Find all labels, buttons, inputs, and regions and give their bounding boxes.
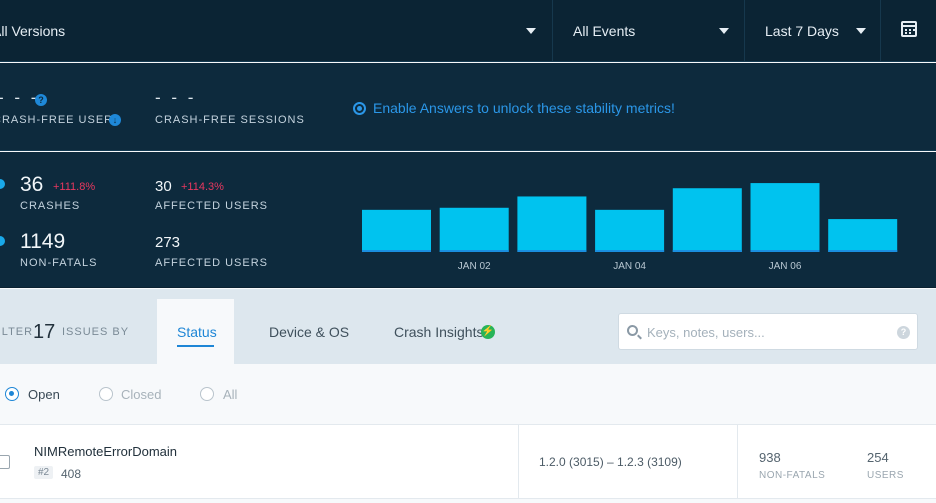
radio-open-label[interactable]: Open [28,387,60,402]
issue-code: 408 [61,467,82,481]
issue-title[interactable]: NIMRemoteErrorDomain [34,444,177,459]
radio-all[interactable] [200,387,214,401]
chart-bar[interactable] [672,188,742,252]
divider [518,425,519,499]
tab-crash-insights[interactable]: Crash Insights [394,324,483,340]
chart-bar-baseline [672,250,742,252]
search-input[interactable] [647,322,887,342]
filter-suffix: ISSUES BY [62,326,130,338]
divider [737,425,738,499]
chart-bar[interactable] [517,196,587,252]
issue-count: 17 [33,321,56,343]
lightning-icon: ⚡ [481,325,495,339]
chart-tick-label: JAN 04 [613,261,646,272]
chart-bar-baseline [750,250,820,252]
chart-bar[interactable] [362,209,431,252]
issue-nonfatals-label: NON-FATALS [759,470,826,481]
chart-tick-label: JAN 06 [769,261,802,272]
issue-nonfatals-count: 938 [759,450,781,465]
radio-closed-label[interactable]: Closed [121,387,161,402]
chart-bar[interactable] [750,183,820,252]
issue-users-label: USERS [867,470,904,481]
issue-search: ? [618,313,918,350]
chart-bar-baseline [439,250,509,252]
tab-status[interactable]: Status [177,324,217,340]
chart-bar[interactable] [439,207,509,252]
issue-versions: 1.2.0 (3015) – 1.2.3 (3109) [539,455,682,469]
chart-bar-baseline [595,250,665,252]
issue-users-count: 254 [867,450,889,465]
row-checkbox[interactable] [0,455,10,469]
radio-closed[interactable] [99,387,113,401]
chart-bar[interactable] [595,209,665,252]
table-row[interactable] [0,425,936,499]
issue-rank-badge: #2 [34,466,54,479]
events-bar-chart: JAN 02 JAN 04 JAN 06 [362,183,898,272]
tab-device-os[interactable]: Device & OS [269,324,349,340]
active-tab-underline [177,345,214,347]
chart-bar-baseline [362,250,431,252]
chart-bar[interactable] [828,219,898,252]
search-icon [627,325,638,336]
chart-bar-baseline [828,250,898,252]
radio-open[interactable] [5,387,19,401]
chart-tick-label: JAN 02 [458,261,491,272]
filter-prefix: FILTER [0,326,34,338]
chart-bar-baseline [517,250,587,252]
help-icon[interactable]: ? [897,326,910,339]
radio-all-label[interactable]: All [223,387,237,402]
